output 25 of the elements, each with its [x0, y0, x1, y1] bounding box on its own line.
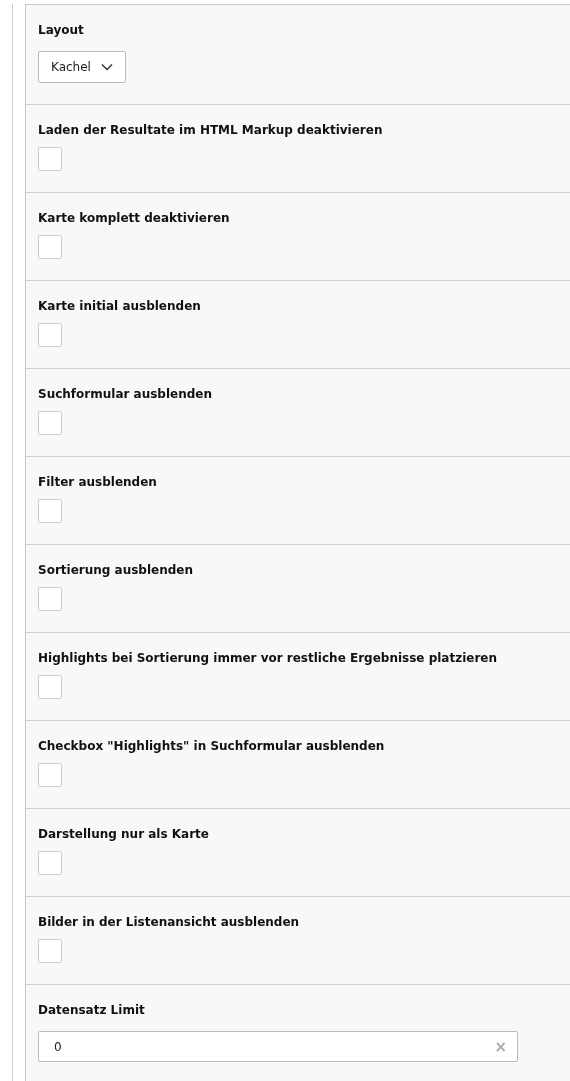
layout-select[interactable]: Kachel	[38, 51, 126, 83]
field-label: Layout	[38, 22, 85, 38]
field-label: Checkbox "Highlights" in Suchformular ausblenden	[38, 738, 386, 754]
checkbox[interactable]	[38, 587, 62, 611]
checkbox[interactable]	[38, 235, 62, 259]
checkbox[interactable]	[38, 851, 62, 875]
field-label: Karte komplett deaktivieren	[38, 210, 231, 226]
checkbox[interactable]	[38, 763, 62, 787]
checkbox[interactable]	[38, 939, 62, 963]
field-label: Datensatz Limit	[38, 1002, 146, 1018]
field-label: Suchformular ausblenden	[38, 386, 214, 402]
input-field[interactable]: 0 ×	[38, 1031, 518, 1062]
checkbox[interactable]	[38, 147, 62, 171]
caret-icon	[100, 63, 113, 71]
field-label: Laden der Resultate im HTML Markup deaktivieren	[38, 122, 384, 138]
field-label: Sortierung ausblenden	[38, 562, 194, 578]
field-label: Filter ausblenden	[38, 474, 158, 490]
checkbox[interactable]	[38, 323, 62, 347]
checkbox[interactable]	[38, 499, 62, 523]
field-label: Darstellung nur als Karte	[38, 826, 210, 842]
field-label: Bilder in der Listenansicht ausblenden	[38, 914, 301, 930]
checkbox[interactable]	[38, 675, 62, 699]
field-label: Karte initial ausblenden	[38, 298, 202, 314]
field-label: Highlights bei Sortierung immer vor restliche Ergebnisse platzieren	[38, 650, 498, 666]
checkbox[interactable]	[38, 411, 62, 435]
